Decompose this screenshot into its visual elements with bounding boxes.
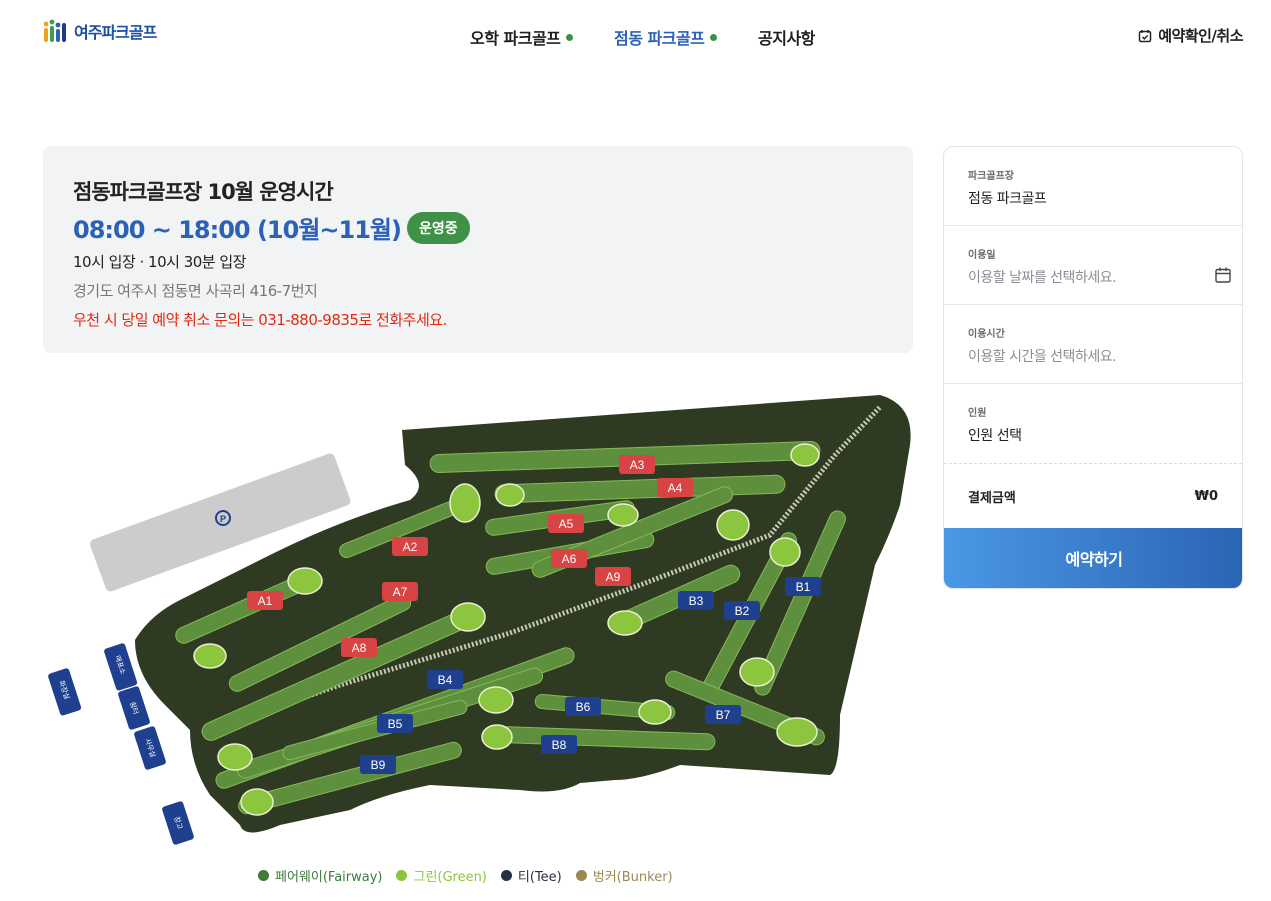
svg-text:B9: B9 (371, 758, 386, 772)
operating-info-card: 점동파크골프장 10월 운영시간 08:00 ~ 18:00 (10월~11월)… (43, 146, 913, 353)
svg-text:A9: A9 (606, 570, 621, 584)
nav-item-notice[interactable]: 공지사항 (758, 25, 815, 49)
calendar-icon[interactable] (1214, 266, 1232, 284)
facility-storage[interactable]: 창고 (161, 801, 194, 846)
svg-text:A3: A3 (630, 458, 645, 472)
logo-icon (43, 19, 66, 42)
parking-symbol: P (220, 514, 226, 524)
course-value: 점동 파크골프 (968, 191, 1047, 207)
status-badge: 운영중 (406, 211, 470, 244)
people-field[interactable]: 인원 인원 선택 (944, 384, 1242, 463)
facility-office[interactable]: 사무실 (133, 726, 166, 771)
dot-icon (566, 33, 574, 41)
reservation-check-link[interactable]: 예약확인/취소 (1138, 25, 1243, 46)
bunker-swatch-icon (575, 870, 587, 881)
nav-label: 점동 파크골프 (614, 29, 705, 48)
nav-label: 공지사항 (758, 29, 815, 48)
logo-text: 여주파크골프 (74, 23, 157, 42)
site-header: 여주파크골프 오학 파크골프 점동 파크골프 공지사항 예약확인/취소 (0, 0, 1271, 70)
svg-text:B7: B7 (716, 708, 731, 722)
book-button[interactable]: 예약하기 (944, 528, 1242, 588)
svg-text:B1: B1 (796, 580, 811, 594)
green-swatch-icon (396, 870, 408, 881)
logo[interactable]: 여주파크골프 (42, 18, 157, 44)
date-label: 이용일 (968, 250, 996, 261)
svg-text:A6: A6 (562, 552, 577, 566)
payment-label: 결제금액 (968, 490, 1016, 506)
reservation-check-label: 예약확인/취소 (1158, 27, 1243, 45)
payment-row: 결제금액 ₩0 (944, 463, 1242, 528)
svg-text:B2: B2 (735, 604, 750, 618)
facility-ticket-office[interactable]: 매표소 (103, 643, 138, 692)
time-placeholder: 이용할 시간을 선택하세요. (968, 349, 1117, 365)
svg-text:A2: A2 (403, 540, 418, 554)
time-field[interactable]: 이용시간 이용할 시간을 선택하세요. (944, 305, 1242, 384)
operating-hours: 08:00 ~ 18:00 (10월~11월) (73, 216, 402, 244)
svg-text:B8: B8 (552, 738, 567, 752)
legend-bunker: 벙커(Bunker) (575, 866, 673, 885)
svg-text:A1: A1 (258, 594, 273, 608)
map-legend: 페어웨이(Fairway) 그린(Green) 티(Tee) 벙커(Bunker… (258, 866, 673, 885)
entry-times: 10시 입장 · 10시 30분 입장 (73, 253, 246, 271)
address: 경기도 여주시 점동면 사곡리 416-7번지 (73, 282, 318, 300)
course-field[interactable]: 파크골프장 점동 파크골프 (944, 147, 1242, 226)
legend-tee: 티(Tee) (500, 866, 562, 885)
svg-text:A8: A8 (352, 641, 367, 655)
nav-item-jeomdong[interactable]: 점동 파크골프 (614, 25, 718, 49)
svg-text:A5: A5 (559, 517, 574, 531)
svg-text:A7: A7 (393, 585, 408, 599)
course-label: 파크골프장 (968, 171, 1014, 182)
people-value: 인원 선택 (968, 428, 1022, 444)
booking-panel: 파크골프장 점동 파크골프 이용일 이용할 날짜를 선택하세요. 이용시간 이용… (943, 146, 1243, 589)
svg-text:A4: A4 (668, 481, 683, 495)
course-map: P A1 A2 A3 A4 A5 A6 A7 A8 A9 B1 B2 B3 B4… (47, 395, 911, 846)
date-field[interactable]: 이용일 이용할 날짜를 선택하세요. (944, 226, 1242, 305)
fairway-swatch-icon (258, 870, 269, 881)
time-label: 이용시간 (968, 329, 1005, 340)
legend-green: 그린(Green) (396, 866, 487, 885)
svg-text:B3: B3 (689, 594, 704, 608)
info-title: 점동파크골프장 10월 운영시간 (73, 180, 334, 204)
legend-fairway: 페어웨이(Fairway) (258, 866, 382, 885)
people-label: 인원 (968, 408, 987, 419)
date-placeholder: 이용할 날짜를 선택하세요. (968, 270, 1117, 286)
rain-notice: 우천 시 당일 예약 취소 문의는 031-880-9835로 전화주세요. (73, 311, 447, 329)
tee-swatch-icon (500, 870, 512, 881)
svg-text:B6: B6 (576, 700, 591, 714)
payment-amount: ₩0 (1194, 488, 1218, 504)
svg-text:B4: B4 (438, 673, 453, 687)
nav-item-ohak[interactable]: 오학 파크골프 (470, 25, 574, 49)
facility-restroom[interactable]: 화장실 (47, 668, 82, 717)
calendar-check-icon (1138, 29, 1152, 42)
svg-text:B5: B5 (388, 717, 403, 731)
nav-label: 오학 파크골프 (470, 29, 561, 48)
facility-rest-area[interactable]: 쉼터 (117, 686, 150, 731)
dot-icon (710, 33, 718, 41)
hours-row: 08:00 ~ 18:00 (10월~11월) 운영중 (73, 210, 883, 245)
